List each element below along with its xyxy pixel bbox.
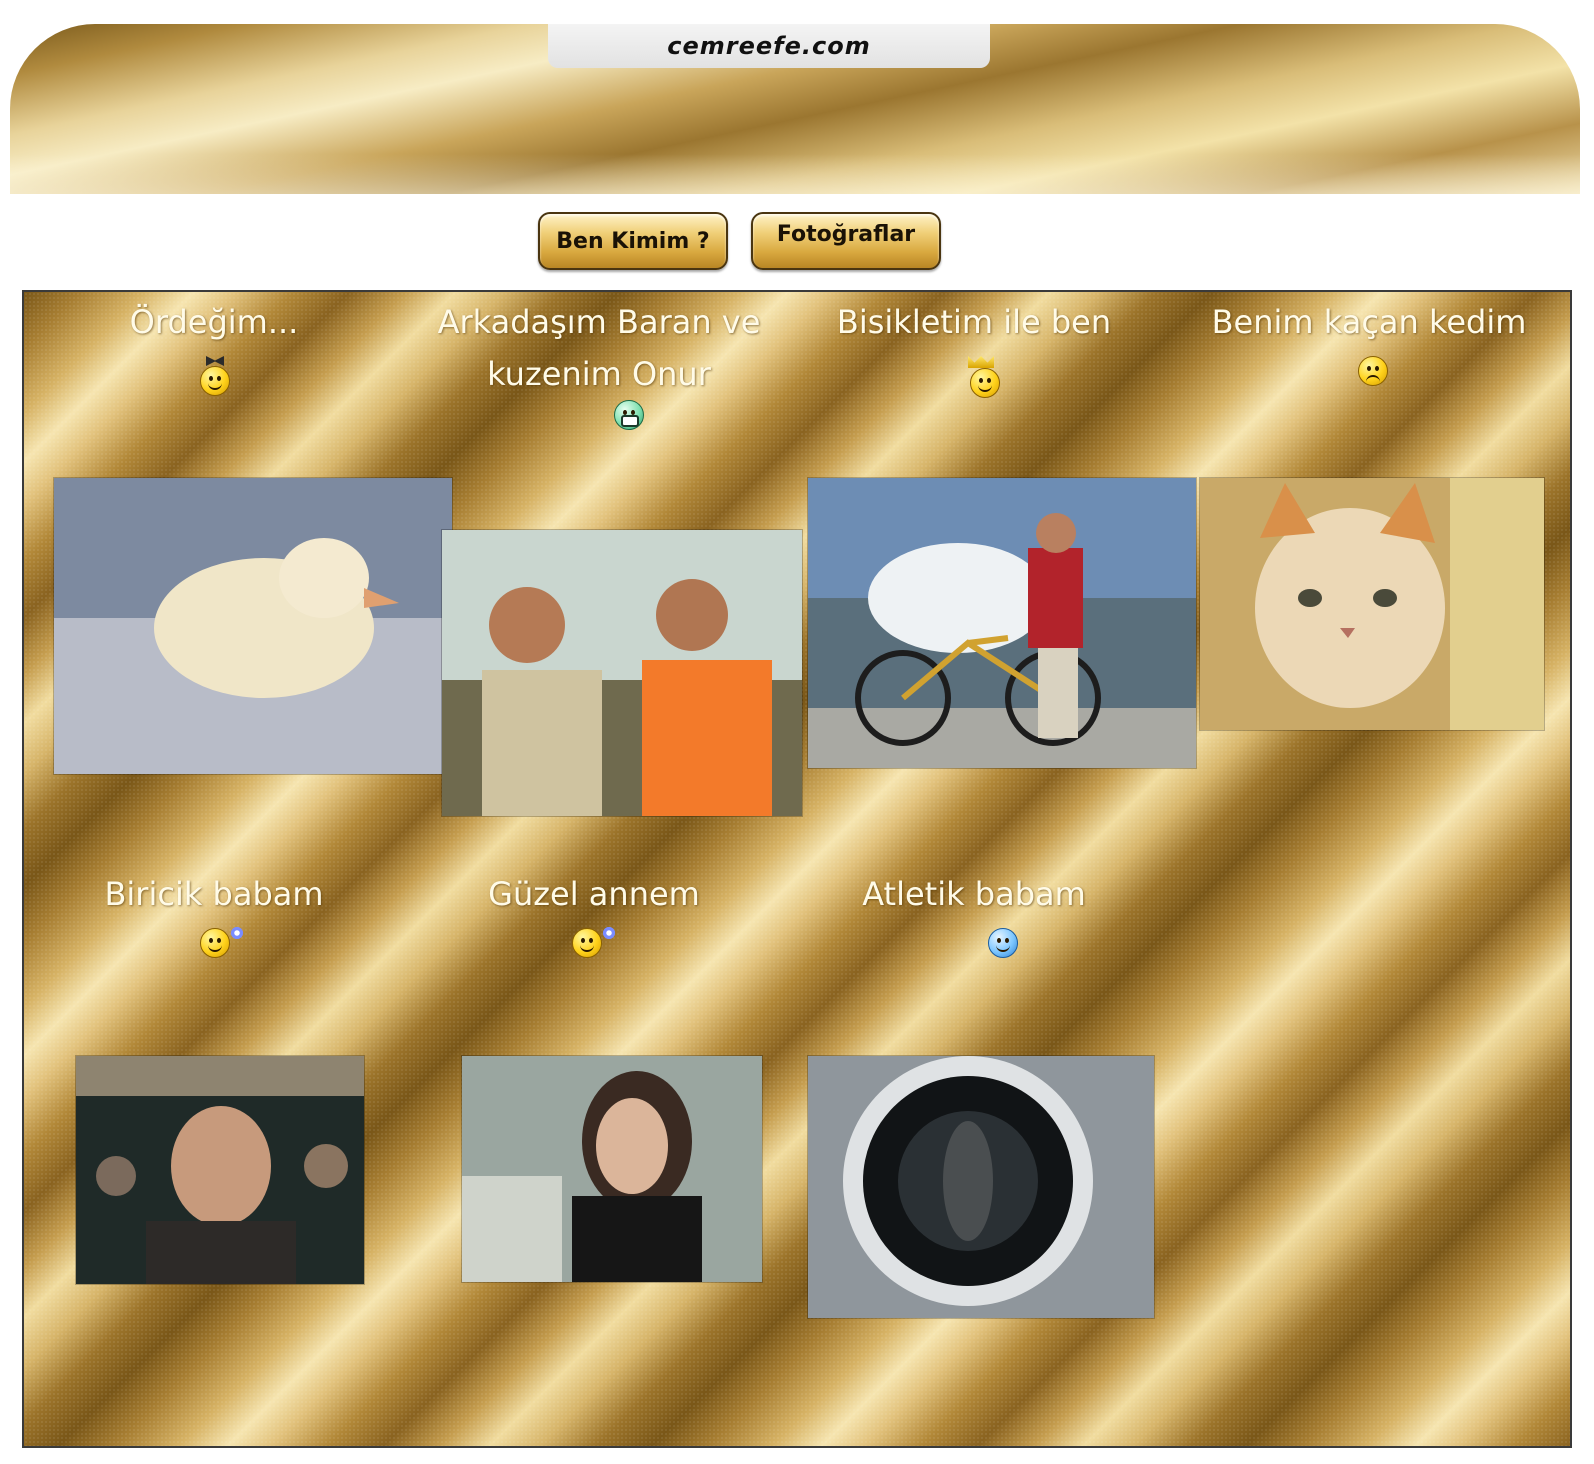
smiley-flower-icon [200, 928, 230, 958]
sad-smiley-icon [1358, 356, 1388, 386]
photo-duckling[interactable] [54, 478, 452, 774]
caption-kitten: Benim kaçan kedim [1211, 303, 1527, 341]
caption-athletic-father: Atletik babam [862, 875, 1086, 913]
nav-button-photos[interactable]: Fotoğraflar [751, 212, 941, 270]
photo-friends[interactable] [442, 530, 802, 816]
caption-friends: Arkadaşım Baran ve kuzenim Onur [437, 303, 761, 393]
photo-athletic-father[interactable] [808, 1056, 1154, 1318]
photo-father[interactable] [76, 1056, 364, 1284]
site-name: cemreefe.com [667, 32, 871, 60]
photo-gallery-panel: Ördeğim... Arkadaşım Baran ve kuzenim On… [22, 290, 1572, 1448]
smiley-flower-icon [572, 928, 602, 958]
smiley-crown-icon [970, 368, 1000, 398]
caption-mother: Güzel annem [488, 875, 700, 913]
site-name-tab: cemreefe.com [548, 24, 990, 68]
photo-mother[interactable] [462, 1056, 762, 1282]
smiley-bow-icon [200, 366, 230, 396]
nav-button-about[interactable]: Ben Kimim ? [538, 212, 728, 270]
blue-smiley-icon [988, 928, 1018, 958]
flower-icon [230, 926, 244, 940]
flower-icon [602, 926, 616, 940]
bow-icon [206, 356, 224, 366]
photo-kitten[interactable] [1200, 478, 1544, 730]
crown-icon [968, 356, 994, 368]
photo-bicycle[interactable] [808, 478, 1196, 768]
caption-father: Biricik babam [104, 875, 324, 913]
caption-duckling: Ördeğim... [129, 303, 299, 341]
grin-icon [614, 400, 644, 430]
caption-bicycle: Bisikletim ile ben [836, 303, 1112, 341]
